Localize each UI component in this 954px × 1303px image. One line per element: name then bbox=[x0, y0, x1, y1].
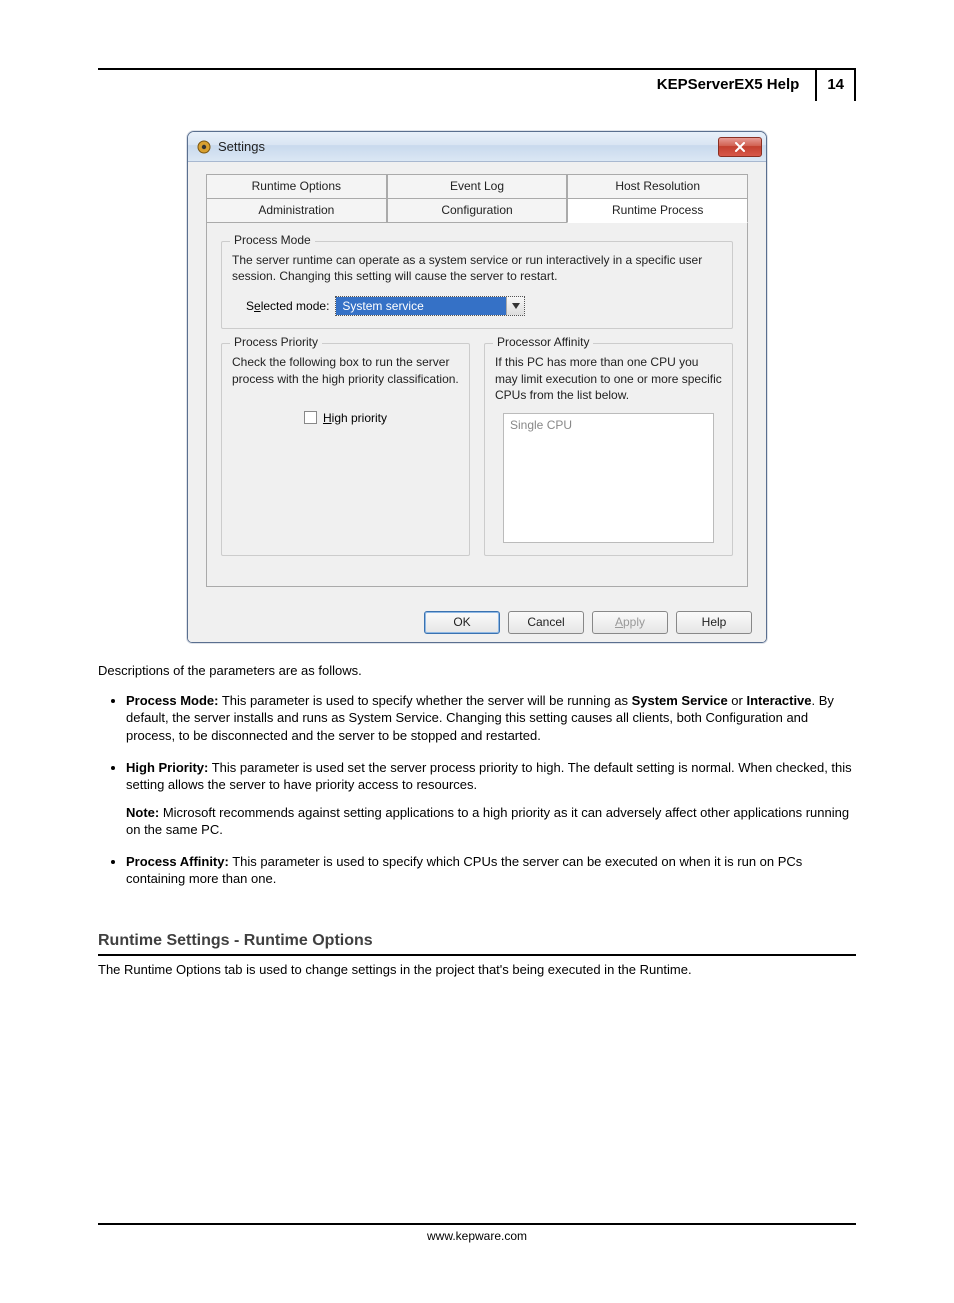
group-process-mode: Process Mode The server runtime can oper… bbox=[221, 241, 733, 329]
tab-host-resolution[interactable]: Host Resolution bbox=[567, 174, 748, 198]
selected-mode-value: System service bbox=[336, 297, 506, 315]
legend-process-priority: Process Priority bbox=[230, 335, 322, 349]
page-number: 14 bbox=[815, 70, 856, 101]
section-body: The Runtime Options tab is used to chang… bbox=[98, 962, 856, 977]
cpu-listbox[interactable]: Single CPU bbox=[503, 413, 714, 543]
list-item: High Priority: This parameter is used se… bbox=[126, 759, 856, 839]
process-priority-text: Check the following box to run the serve… bbox=[232, 354, 459, 386]
help-button[interactable]: Help bbox=[676, 611, 752, 634]
list-item: Process Affinity: This parameter is used… bbox=[126, 853, 856, 888]
settings-dialog: Settings Runtime Options Event Log Host … bbox=[187, 131, 767, 643]
close-icon[interactable] bbox=[718, 137, 762, 157]
high-priority-label: High priority bbox=[323, 411, 387, 425]
tab-strip: Runtime Options Event Log Host Resolutio… bbox=[206, 174, 748, 223]
list-item: Process Mode: This parameter is used to … bbox=[126, 692, 856, 745]
chevron-down-icon[interactable] bbox=[506, 297, 524, 315]
apply-button[interactable]: Apply bbox=[592, 611, 668, 634]
selected-mode-combo[interactable]: System service bbox=[335, 296, 525, 316]
tab-runtime-process[interactable]: Runtime Process bbox=[567, 198, 748, 223]
legend-processor-affinity: Processor Affinity bbox=[493, 335, 593, 349]
footer-url: www.kepware.com bbox=[98, 1223, 856, 1243]
dialog-title: Settings bbox=[218, 139, 718, 154]
group-process-priority: Process Priority Check the following box… bbox=[221, 343, 470, 556]
ok-button[interactable]: OK bbox=[424, 611, 500, 634]
description-list: Process Mode: This parameter is used to … bbox=[126, 692, 856, 888]
page-header: KEPServerEX5 Help 14 bbox=[98, 68, 856, 101]
process-mode-text: The server runtime can operate as a syst… bbox=[232, 252, 722, 284]
group-processor-affinity: Processor Affinity If this PC has more t… bbox=[484, 343, 733, 556]
dialog-button-row: OK Cancel Apply Help bbox=[188, 601, 766, 642]
processor-affinity-text: If this PC has more than one CPU you may… bbox=[495, 354, 722, 403]
high-priority-checkbox[interactable] bbox=[304, 411, 317, 424]
cancel-button[interactable]: Cancel bbox=[508, 611, 584, 634]
app-icon bbox=[196, 139, 212, 155]
section-heading: Runtime Settings - Runtime Options bbox=[98, 932, 856, 956]
selected-mode-label: Selected mode: bbox=[246, 299, 329, 313]
legend-process-mode: Process Mode bbox=[230, 233, 315, 247]
tab-administration[interactable]: Administration bbox=[206, 198, 387, 223]
tab-runtime-options[interactable]: Runtime Options bbox=[206, 174, 387, 198]
titlebar: Settings bbox=[188, 132, 766, 162]
header-title: KEPServerEX5 Help bbox=[653, 70, 804, 101]
tab-event-log[interactable]: Event Log bbox=[387, 174, 568, 198]
tab-panel: Process Mode The server runtime can oper… bbox=[206, 223, 748, 587]
cpu-list-item: Single CPU bbox=[510, 418, 707, 432]
tab-configuration[interactable]: Configuration bbox=[387, 198, 568, 223]
description-intro: Descriptions of the parameters are as fo… bbox=[98, 663, 856, 678]
